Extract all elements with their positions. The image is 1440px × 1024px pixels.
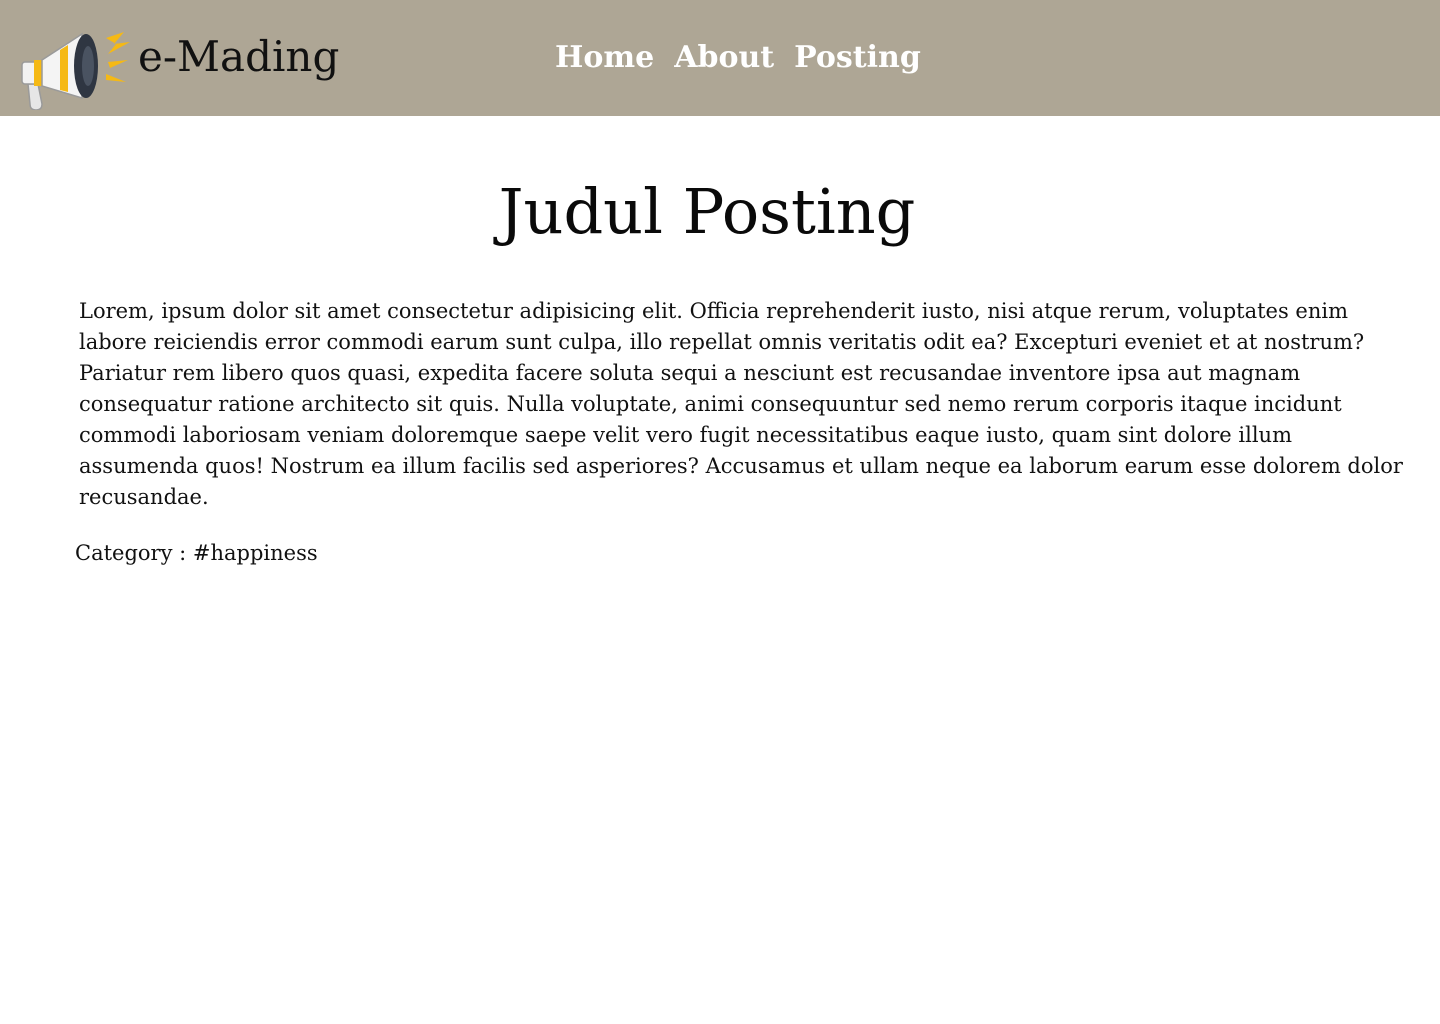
- nav-about-link[interactable]: About: [674, 36, 774, 80]
- megaphone-icon: [21, 32, 130, 110]
- main-nav: Home About Posting: [555, 36, 921, 80]
- post-body: Lorem, ipsum dolor sit amet consectetur …: [79, 299, 1403, 509]
- brand[interactable]: e-Mading: [20, 24, 339, 110]
- nav-home-link[interactable]: Home: [555, 36, 654, 80]
- site-header: e-Mading Home About Posting: [0, 0, 1440, 116]
- nav-posting-link[interactable]: Posting: [794, 36, 921, 80]
- post-category: Category : #happiness: [75, 541, 318, 565]
- post-title: Judul Posting: [498, 175, 916, 248]
- brand-name: e-Mading: [138, 32, 340, 81]
